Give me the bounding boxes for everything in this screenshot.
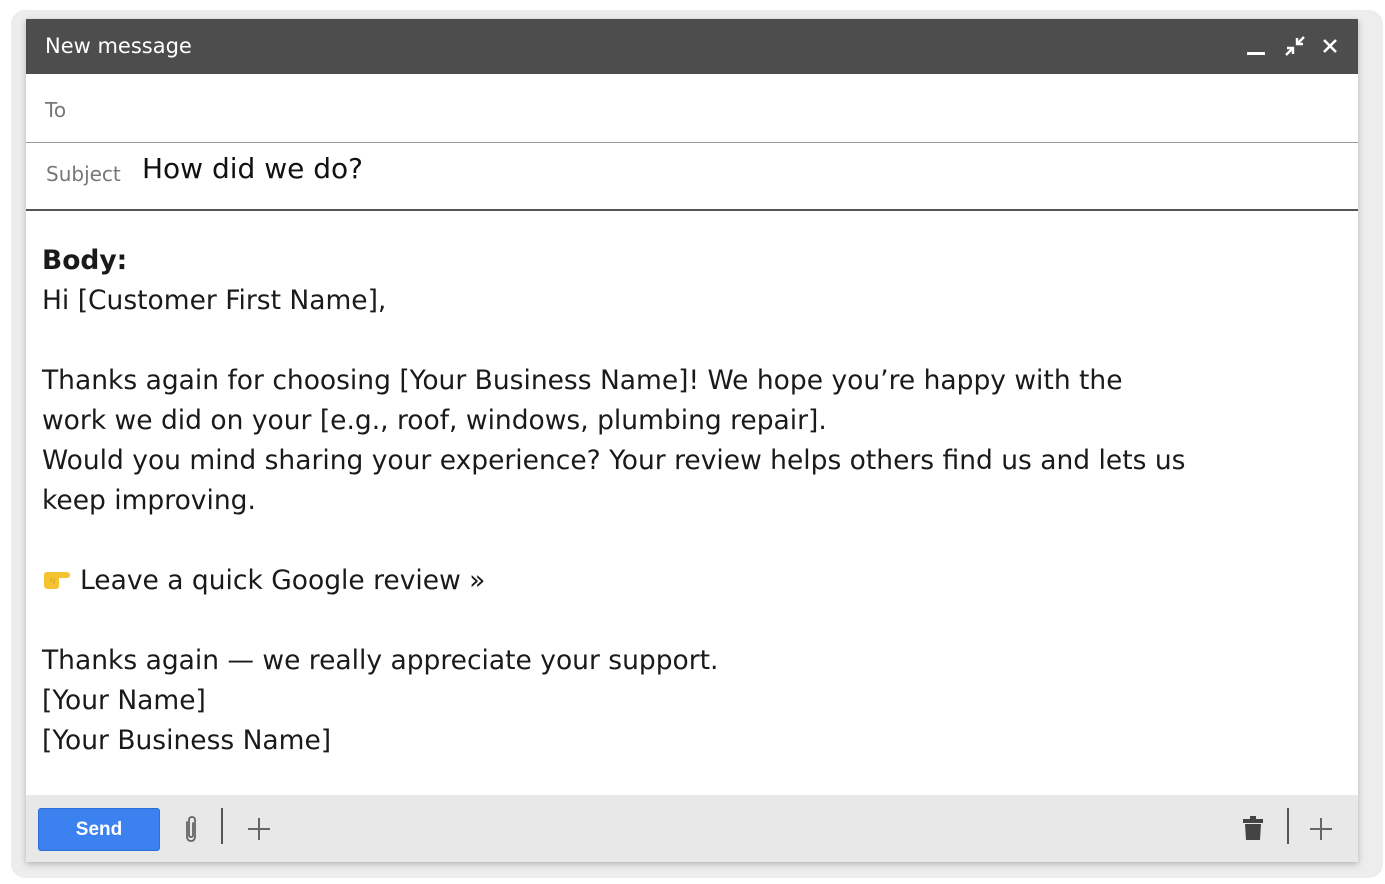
compose-titlebar: New message	[26, 19, 1358, 74]
pointing-hand-icon	[42, 564, 72, 590]
compose-window: New message To Subject How did we do? Bo…	[26, 19, 1358, 862]
body-line: keep improving.	[42, 485, 256, 516]
minimize-icon[interactable]	[1243, 33, 1269, 59]
to-input[interactable]	[96, 86, 1340, 132]
to-row: To	[26, 74, 1358, 143]
trash-icon[interactable]	[1242, 815, 1264, 846]
to-label: To	[45, 98, 67, 122]
send-button[interactable]: Send	[38, 808, 160, 851]
body-heading: Body:	[42, 245, 128, 276]
compose-toolbar: Send	[26, 795, 1358, 862]
toolbar-divider	[221, 808, 223, 844]
signature-business: [Your Business Name]	[42, 725, 332, 756]
body-line: work we did on your [e.g., roof, windows…	[42, 405, 827, 436]
review-link-text[interactable]: Leave a quick Google review »	[80, 565, 485, 596]
plus-icon[interactable]	[1308, 816, 1334, 847]
toolbar-divider	[1287, 808, 1289, 844]
body-line: Would you mind sharing your experience? …	[42, 445, 1186, 476]
subject-label: Subject	[46, 162, 121, 186]
body-greeting: Hi [Customer First Name],	[42, 285, 387, 316]
body-spacer	[42, 521, 1342, 561]
plus-icon[interactable]	[246, 816, 272, 847]
body-spacer	[42, 601, 1342, 641]
body-line: Thanks again for choosing [Your Business…	[42, 365, 1123, 396]
window-title: New message	[45, 34, 192, 58]
google-review-link[interactable]: Leave a quick Google review »	[42, 561, 1342, 601]
close-icon[interactable]	[1317, 33, 1343, 59]
subject-row[interactable]: Subject How did we do?	[26, 143, 1358, 211]
message-body[interactable]: Body: Hi [Customer First Name], Thanks a…	[42, 241, 1342, 761]
subject-field[interactable]: How did we do?	[142, 152, 363, 185]
paperclip-icon[interactable]	[180, 814, 202, 849]
exit-fullscreen-icon[interactable]	[1282, 33, 1308, 59]
body-closing: Thanks again — we really appreciate your…	[42, 645, 719, 676]
signature-name: [Your Name]	[42, 685, 206, 716]
body-spacer	[42, 321, 1342, 361]
